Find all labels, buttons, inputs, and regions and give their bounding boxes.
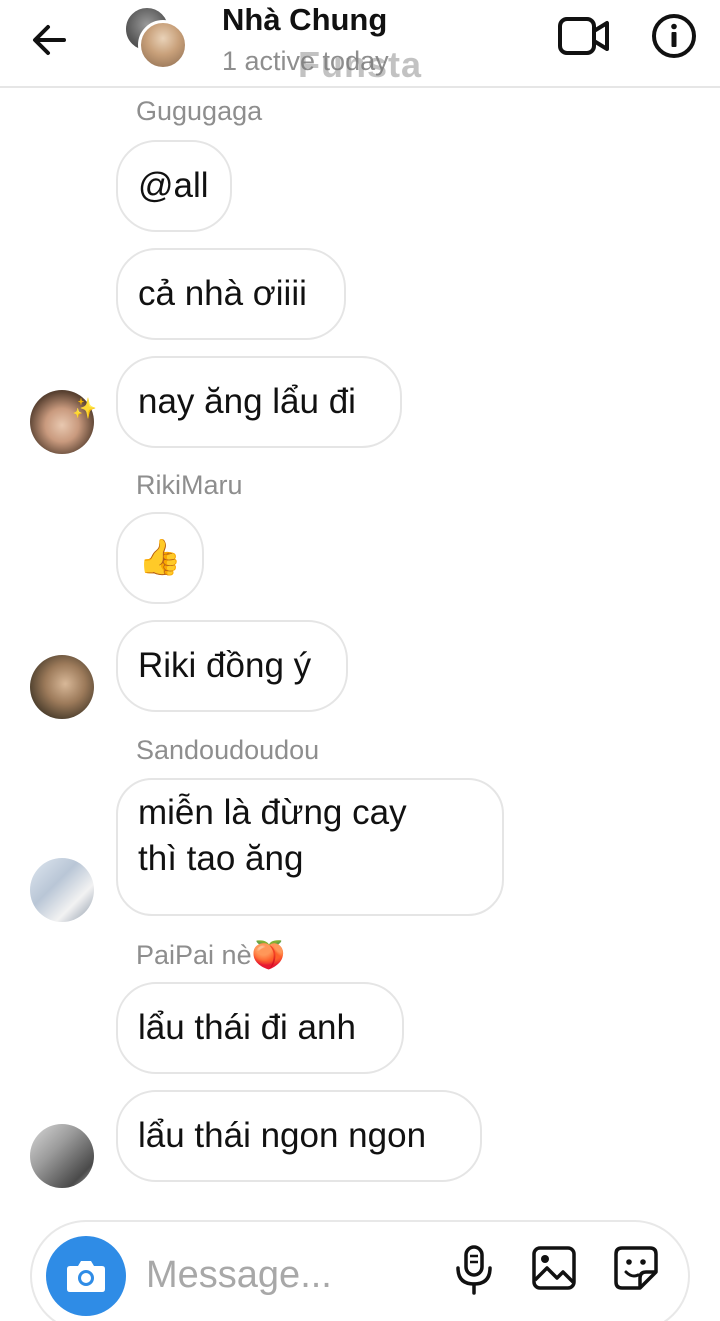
- message-bubble[interactable]: lẩu thái ngon ngon: [116, 1090, 482, 1182]
- avatar[interactable]: [30, 655, 94, 719]
- sender-name: Gugugaga: [136, 96, 263, 126]
- video-camera-icon: [558, 17, 609, 55]
- message-bubble[interactable]: cả nhà ơiiii: [116, 248, 346, 340]
- voice-message-button[interactable]: [452, 1244, 496, 1296]
- watermark: Funsta: [298, 44, 423, 85]
- chat-title[interactable]: Nhà Chung: [222, 2, 387, 38]
- camera-icon: [67, 1261, 105, 1292]
- message-bubble[interactable]: miễn là đừng cay thì tao ăng: [116, 778, 504, 916]
- microphone-icon: [456, 1245, 492, 1295]
- message-composer: Message...: [30, 1220, 690, 1321]
- sparkle-icon: ✨: [72, 398, 97, 420]
- sticker-button[interactable]: [612, 1244, 660, 1292]
- group-avatar[interactable]: [124, 6, 190, 70]
- message-input[interactable]: Message...: [146, 1254, 332, 1297]
- info-button[interactable]: [650, 12, 698, 60]
- sender-name: Sandoudoudou: [136, 735, 320, 765]
- group-avatar-front: [138, 20, 188, 70]
- arrow-left-icon: [33, 25, 66, 55]
- gallery-button[interactable]: [530, 1244, 578, 1292]
- back-button[interactable]: [28, 18, 72, 62]
- image-gallery-icon: [532, 1246, 576, 1290]
- message-bubble[interactable]: 👍: [116, 512, 204, 604]
- avatar[interactable]: [30, 858, 94, 922]
- message-bubble[interactable]: Riki đồng ý: [116, 620, 348, 712]
- chat-header: Nhà Chung 1 active today Funsta: [0, 0, 720, 88]
- message-bubble[interactable]: @all: [116, 140, 232, 232]
- sticker-icon: [614, 1246, 658, 1290]
- avatar[interactable]: [30, 1124, 94, 1188]
- sender-name: RikiMaru: [136, 470, 243, 500]
- message-bubble[interactable]: lẩu thái đi anh: [116, 982, 404, 1074]
- camera-button[interactable]: [46, 1236, 126, 1316]
- info-icon: [652, 14, 696, 58]
- sender-name: PaiPai nè🍑: [136, 940, 286, 970]
- video-call-button[interactable]: [556, 14, 612, 58]
- message-bubble[interactable]: nay ăng lẩu đi: [116, 356, 402, 448]
